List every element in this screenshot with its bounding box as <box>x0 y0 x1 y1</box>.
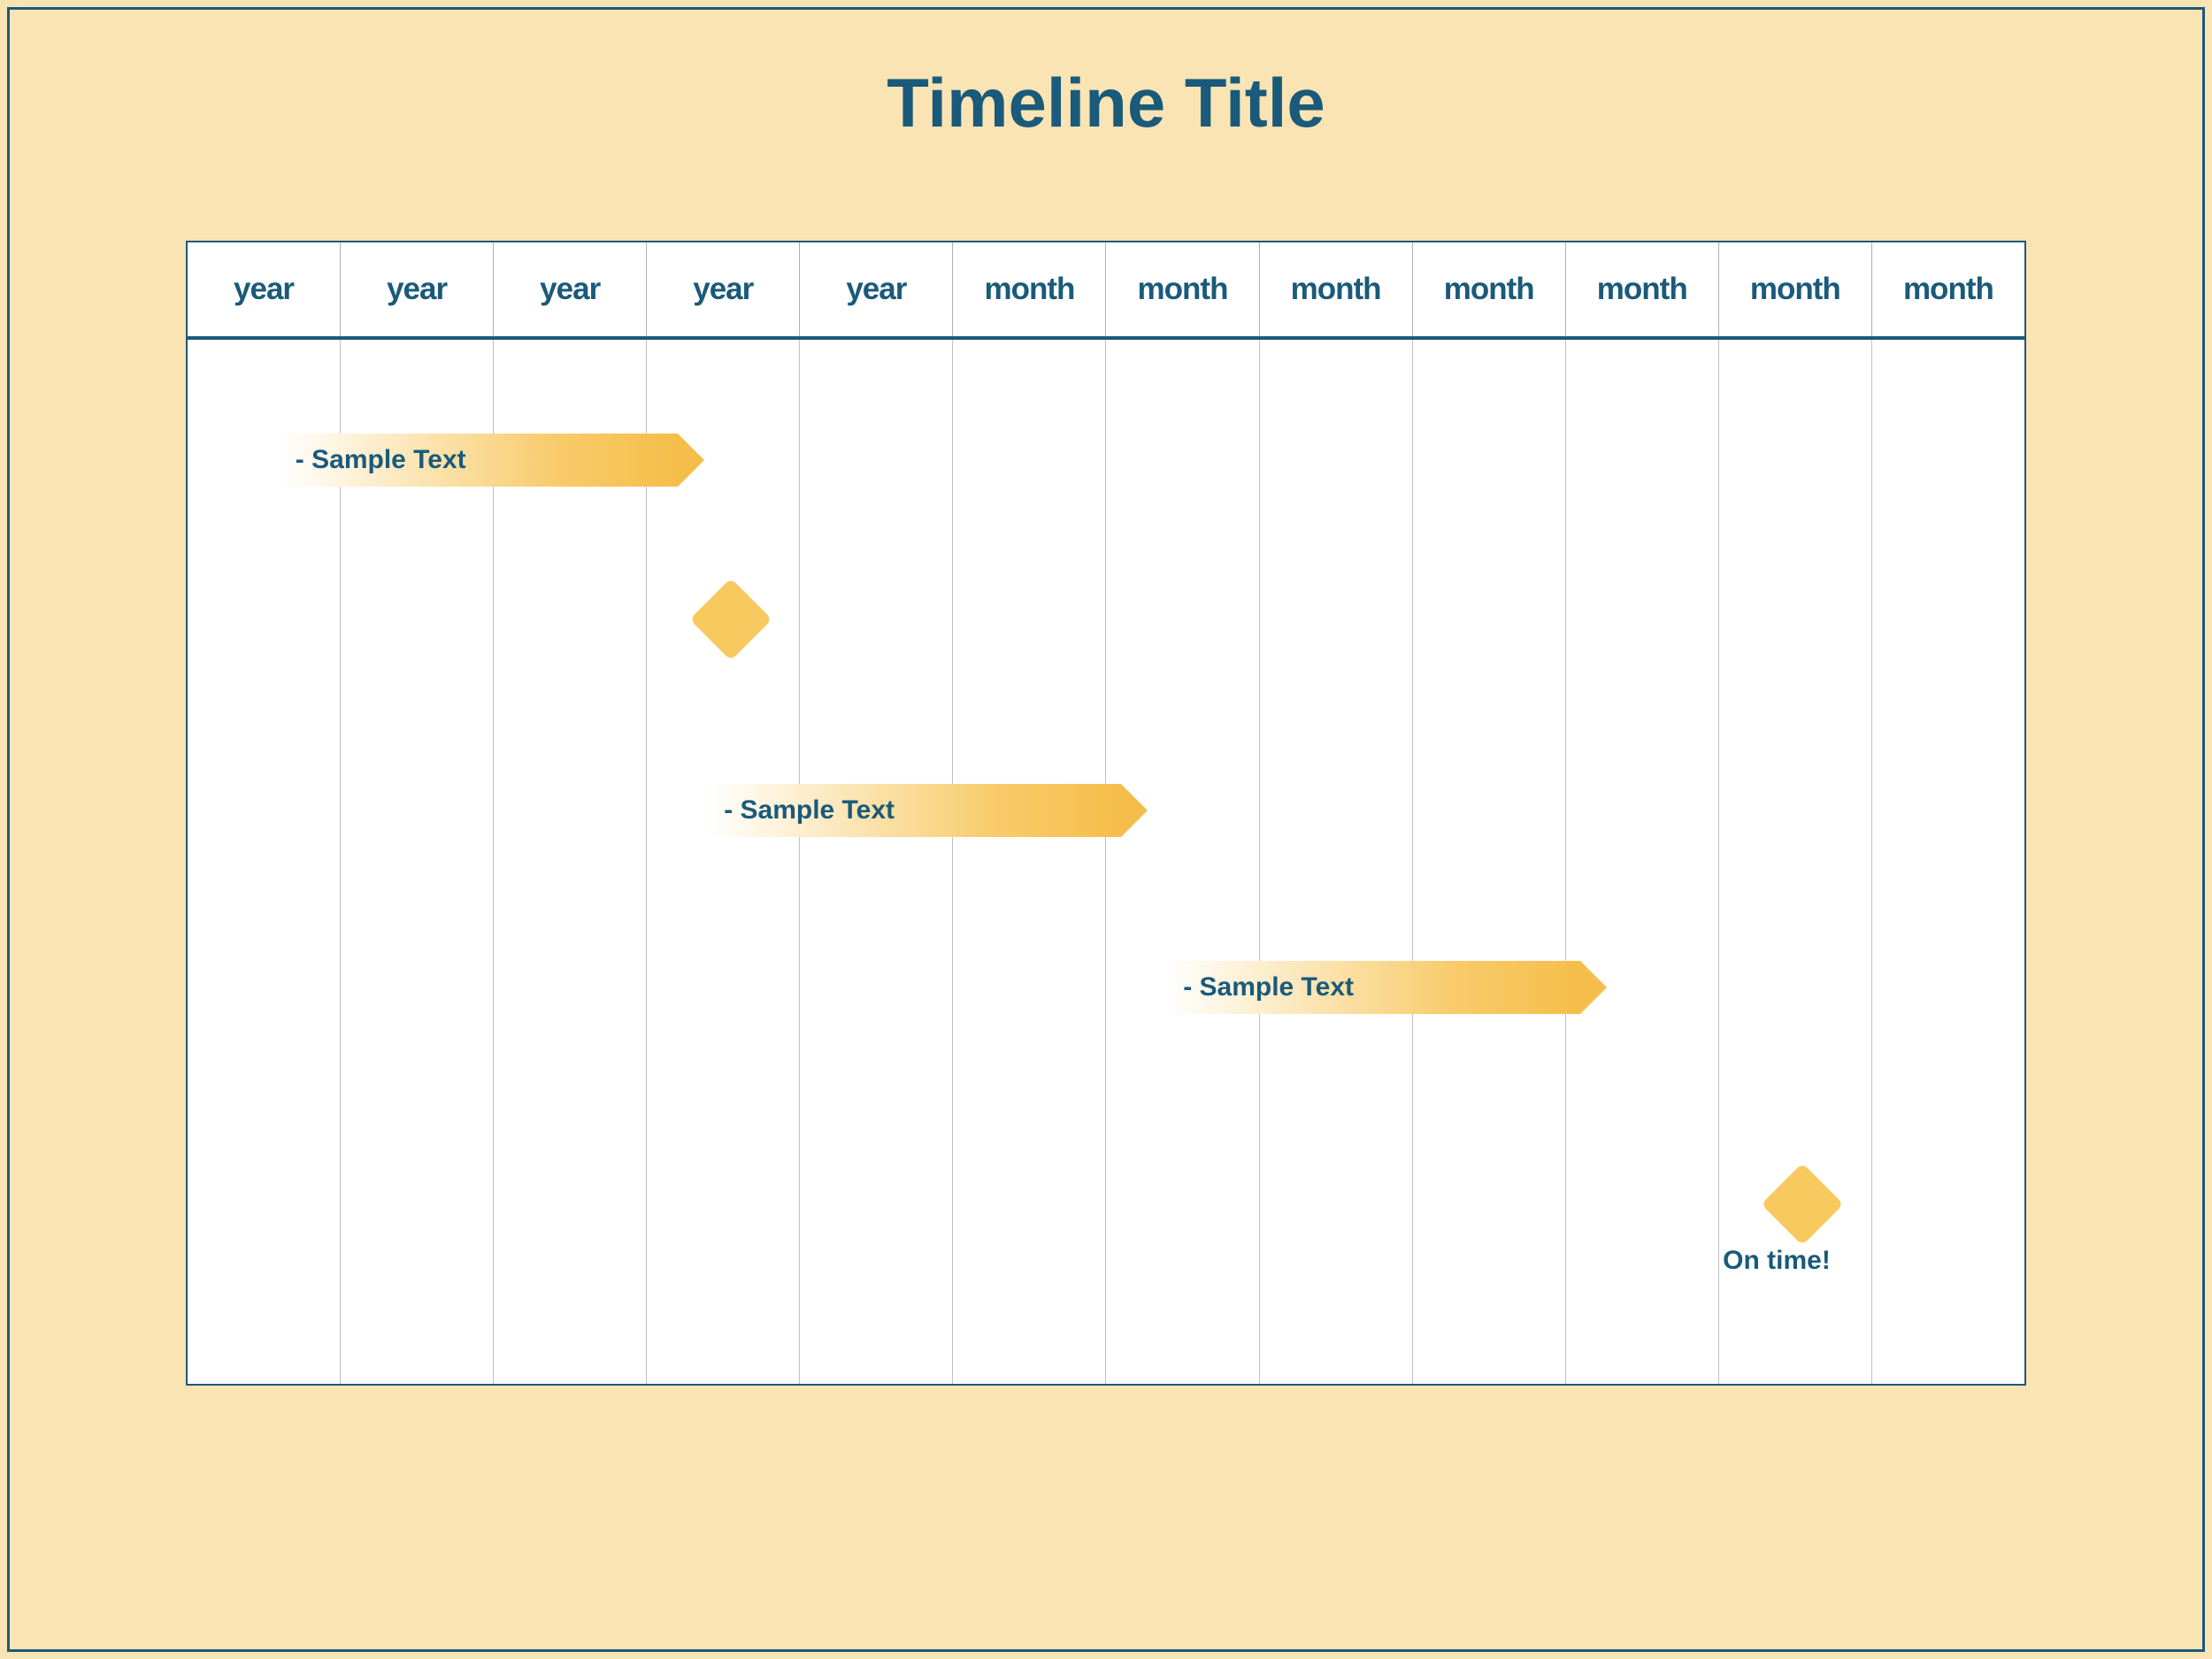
timeline-bar-label: - Sample Text <box>1183 972 1354 1002</box>
timeline-bar-label: - Sample Text <box>724 795 895 826</box>
timeline-body: - Sample Text - Sample Text - Sample Text O… <box>188 340 2024 1384</box>
timeline-header-cell: year <box>188 242 341 336</box>
timeline-header-cell: year <box>647 242 800 336</box>
milestone-diamond-icon <box>689 579 772 661</box>
timeline-header-cell: month <box>1106 242 1259 336</box>
timeline-header-cell: year <box>341 242 494 336</box>
timeline-header-cell: month <box>1719 242 1872 336</box>
timeline-header-cell: month <box>1872 242 2024 336</box>
timeline-bar-label: - Sample Text <box>296 445 466 475</box>
timeline-bar: - Sample Text <box>708 784 1121 837</box>
timeline-bar: - Sample Text <box>1167 961 1580 1014</box>
timeline-header-cell: month <box>1413 242 1566 336</box>
timeline-bar: - Sample Text <box>280 434 678 487</box>
timeline-header-cell: year <box>494 242 647 336</box>
milestone-label: On time! <box>1723 1246 1831 1276</box>
timeline-header-cell: month <box>1260 242 1413 336</box>
timeline-header-cell: month <box>1566 242 1719 336</box>
timeline-header-cell: month <box>953 242 1106 336</box>
milestone-diamond-icon <box>1761 1163 1843 1245</box>
timeline-header: yearyearyearyearyearmonthmonthmonthmonth… <box>188 242 2024 340</box>
slide-frame: Timeline Title yearyearyearyearyearmonth… <box>7 7 2205 1652</box>
timeline-header-cell: year <box>800 242 953 336</box>
page-title: Timeline Title <box>45 63 2167 143</box>
timeline-overlay: - Sample Text - Sample Text - Sample Text O… <box>188 340 2024 1384</box>
timeline-chart: yearyearyearyearyearmonthmonthmonthmonth… <box>186 241 2026 1386</box>
